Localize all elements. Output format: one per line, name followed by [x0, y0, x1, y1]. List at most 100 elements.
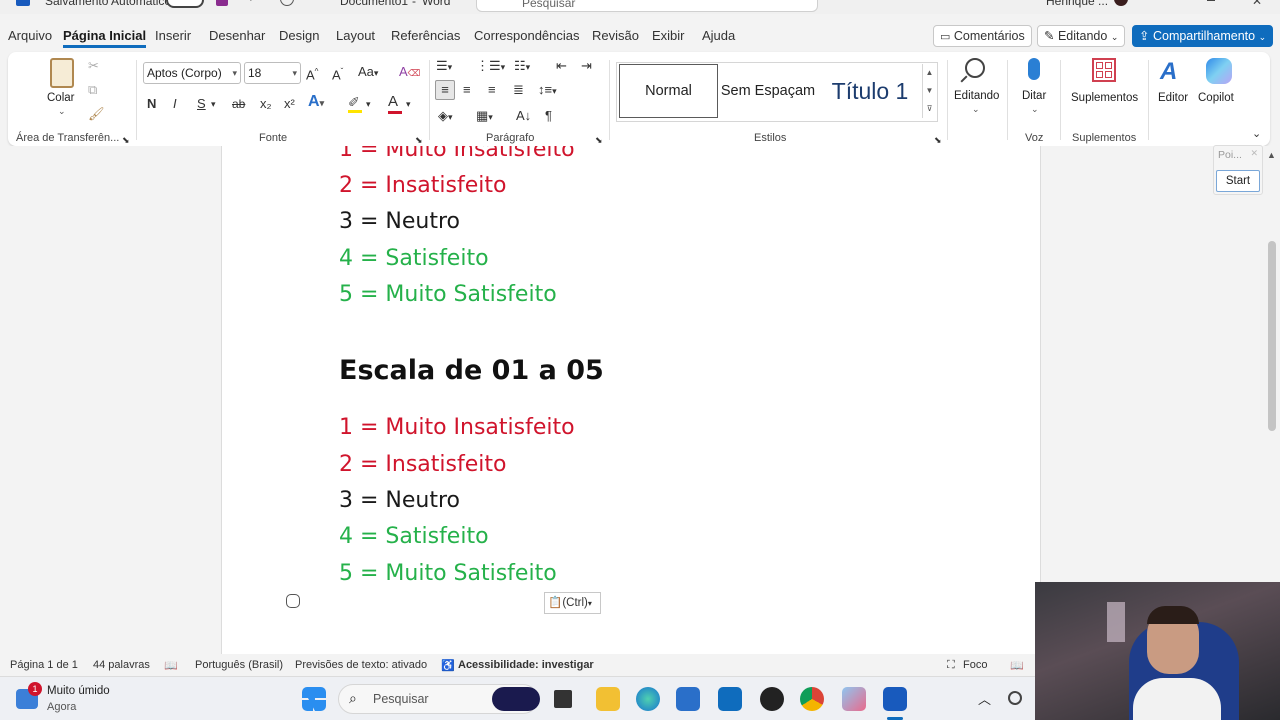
- proofing-icon[interactable]: 📖: [164, 659, 178, 672]
- list-item[interactable]: 5 = Muito Satisfeito: [339, 561, 557, 586]
- multilevel-list-icon[interactable]: ☷▾: [514, 58, 530, 75]
- comments-button[interactable]: ▭ Comentários: [933, 25, 1032, 47]
- list-item[interactable]: 1 = Muito Insatisfeito: [339, 415, 575, 440]
- chevron-up-icon[interactable]: ︿: [978, 689, 991, 708]
- align-left-icon[interactable]: ≡: [435, 80, 455, 100]
- clear-formatting-icon[interactable]: A⌫: [399, 64, 420, 81]
- list-item[interactable]: 2 = Insatisfeito: [339, 173, 506, 198]
- title-search-box[interactable]: Pesquisar: [476, 0, 818, 12]
- page-count[interactable]: Página 1 de 1: [10, 659, 78, 671]
- minimize-icon[interactable]: [1207, 0, 1215, 1]
- tab-inserir[interactable]: Inserir: [155, 28, 191, 43]
- decrease-indent-icon[interactable]: ⇤: [556, 58, 567, 74]
- list-item[interactable]: 3 = Neutro: [339, 209, 460, 234]
- text-predictions-status[interactable]: Previsões de texto: ativado: [295, 659, 427, 671]
- style-no-spacing[interactable]: Sem Espaçam: [720, 64, 816, 118]
- align-center-icon[interactable]: ≡: [463, 82, 471, 98]
- obs-icon[interactable]: [760, 687, 784, 711]
- document-page[interactable]: 1 = Muito Insatisfeito 2 = Insatisfeito …: [221, 146, 1041, 654]
- increase-indent-icon[interactable]: ⇥: [581, 58, 592, 74]
- tab-revisao[interactable]: Revisão: [592, 28, 639, 43]
- tab-referencias[interactable]: Referências: [391, 28, 460, 43]
- font-name-select[interactable]: Aptos (Corpo) ▾: [143, 62, 241, 84]
- read-mode-icon[interactable]: 📖: [1010, 659, 1024, 672]
- windows-start-icon[interactable]: [302, 687, 326, 711]
- word-count[interactable]: 44 palavras: [93, 659, 150, 671]
- accessibility-status[interactable]: Acessibilidade: investigar: [458, 659, 594, 671]
- tab-design[interactable]: Design: [279, 28, 319, 43]
- autosave-toggle[interactable]: [166, 0, 204, 8]
- justify-icon[interactable]: ≣: [513, 82, 524, 98]
- tab-pagina-inicial[interactable]: Página Inicial: [63, 28, 147, 48]
- subscript-button[interactable]: x₂: [260, 96, 272, 112]
- section-heading[interactable]: Escala de 01 a 05: [339, 355, 604, 386]
- format-painter-icon[interactable]: 🖌: [88, 106, 105, 122]
- addins-button[interactable]: Suplementos: [1068, 56, 1144, 120]
- shrink-font-icon[interactable]: Aˇ: [332, 64, 343, 83]
- chevron-down-icon[interactable]: ▾: [406, 96, 411, 112]
- tab-ajuda[interactable]: Ajuda: [702, 28, 735, 43]
- word-icon[interactable]: [883, 687, 907, 711]
- editor-button[interactable]: A Editor: [1156, 56, 1192, 120]
- shading-icon[interactable]: ◈▾: [438, 108, 453, 125]
- styles-scroll[interactable]: ▲ ▼ ⊽: [922, 64, 936, 118]
- dictate-button[interactable]: Ditar ⌄: [1016, 56, 1056, 120]
- user-name[interactable]: Henrique ...: [1046, 0, 1108, 8]
- list-item[interactable]: 1 = Muito Insatisfeito: [339, 146, 575, 162]
- paste-button[interactable]: Colar ⌄: [44, 58, 80, 118]
- tab-desenhar[interactable]: Desenhar: [209, 28, 265, 43]
- font-size-select[interactable]: 18 ▾: [244, 62, 301, 84]
- numbering-icon[interactable]: ⋮☰▾: [476, 58, 505, 75]
- close-icon[interactable]: ✕: [1252, 0, 1262, 8]
- style-heading-1[interactable]: Título 1: [820, 64, 920, 118]
- copilot-button[interactable]: Copilot: [1196, 56, 1240, 120]
- cut-icon[interactable]: ✂: [88, 58, 99, 74]
- bullets-icon[interactable]: ☰▾: [436, 58, 452, 75]
- highlight-icon[interactable]: ✐: [348, 94, 362, 113]
- editing-button[interactable]: Editando ⌄: [952, 56, 1002, 120]
- list-item[interactable]: 4 = Satisfeito: [339, 246, 489, 271]
- redo-icon[interactable]: [280, 0, 294, 6]
- save-icon[interactable]: [216, 0, 228, 6]
- underline-button[interactable]: S: [197, 96, 206, 112]
- chevron-down-icon[interactable]: ▾: [366, 96, 371, 112]
- avatar[interactable]: [1114, 0, 1128, 6]
- list-item[interactable]: 5 = Muito Satisfeito: [339, 282, 557, 307]
- chrome-icon[interactable]: [800, 687, 824, 711]
- vertical-scrollbar[interactable]: ▲: [1264, 146, 1280, 654]
- tab-correspondencias[interactable]: Correspondências: [474, 28, 580, 43]
- grow-font-icon[interactable]: A^: [306, 64, 318, 83]
- language-status[interactable]: Português (Brasil): [195, 659, 283, 671]
- editing-mode-button[interactable]: ✎ Editando ⌄: [1037, 25, 1126, 47]
- copilot-margin-icon[interactable]: [286, 594, 300, 608]
- scrollbar-thumb[interactable]: [1268, 241, 1276, 431]
- network-icon[interactable]: [1008, 691, 1022, 705]
- start-button[interactable]: Start: [1216, 170, 1260, 192]
- store-icon[interactable]: [676, 687, 700, 711]
- list-item[interactable]: 2 = Insatisfeito: [339, 452, 506, 477]
- sort-icon[interactable]: A↓: [516, 108, 531, 124]
- tab-arquivo[interactable]: Arquivo: [8, 28, 52, 43]
- superscript-button[interactable]: x²: [284, 96, 295, 112]
- tab-exibir[interactable]: Exibir: [652, 28, 685, 43]
- chevron-down-icon[interactable]: ▾: [211, 96, 216, 112]
- paste-options-button[interactable]: 📋(Ctrl)▾: [544, 592, 601, 614]
- edge-icon[interactable]: [636, 687, 660, 711]
- focus-button[interactable]: Foco: [963, 659, 987, 671]
- change-case-icon[interactable]: Aa▾: [358, 64, 378, 81]
- search-highlight-icon[interactable]: [492, 687, 540, 711]
- share-button[interactable]: ⇪ Compartilhamento ⌄: [1132, 25, 1274, 47]
- scroll-up-icon[interactable]: ▲: [1267, 150, 1276, 160]
- collapse-ribbon-icon[interactable]: ⌄: [1252, 126, 1261, 142]
- line-spacing-icon[interactable]: ↕≡▾: [538, 82, 557, 99]
- strikethrough-button[interactable]: ab: [232, 96, 245, 112]
- file-explorer-icon[interactable]: [596, 687, 620, 711]
- borders-icon[interactable]: ▦▾: [476, 108, 493, 125]
- snipping-tool-icon[interactable]: [842, 687, 866, 711]
- bold-button[interactable]: N: [147, 96, 156, 112]
- font-color-icon[interactable]: A: [388, 94, 402, 114]
- copy-icon[interactable]: ⧉: [88, 82, 97, 98]
- italic-button[interactable]: I: [173, 96, 177, 112]
- align-right-icon[interactable]: ≡: [488, 82, 496, 98]
- tab-layout[interactable]: Layout: [336, 28, 375, 43]
